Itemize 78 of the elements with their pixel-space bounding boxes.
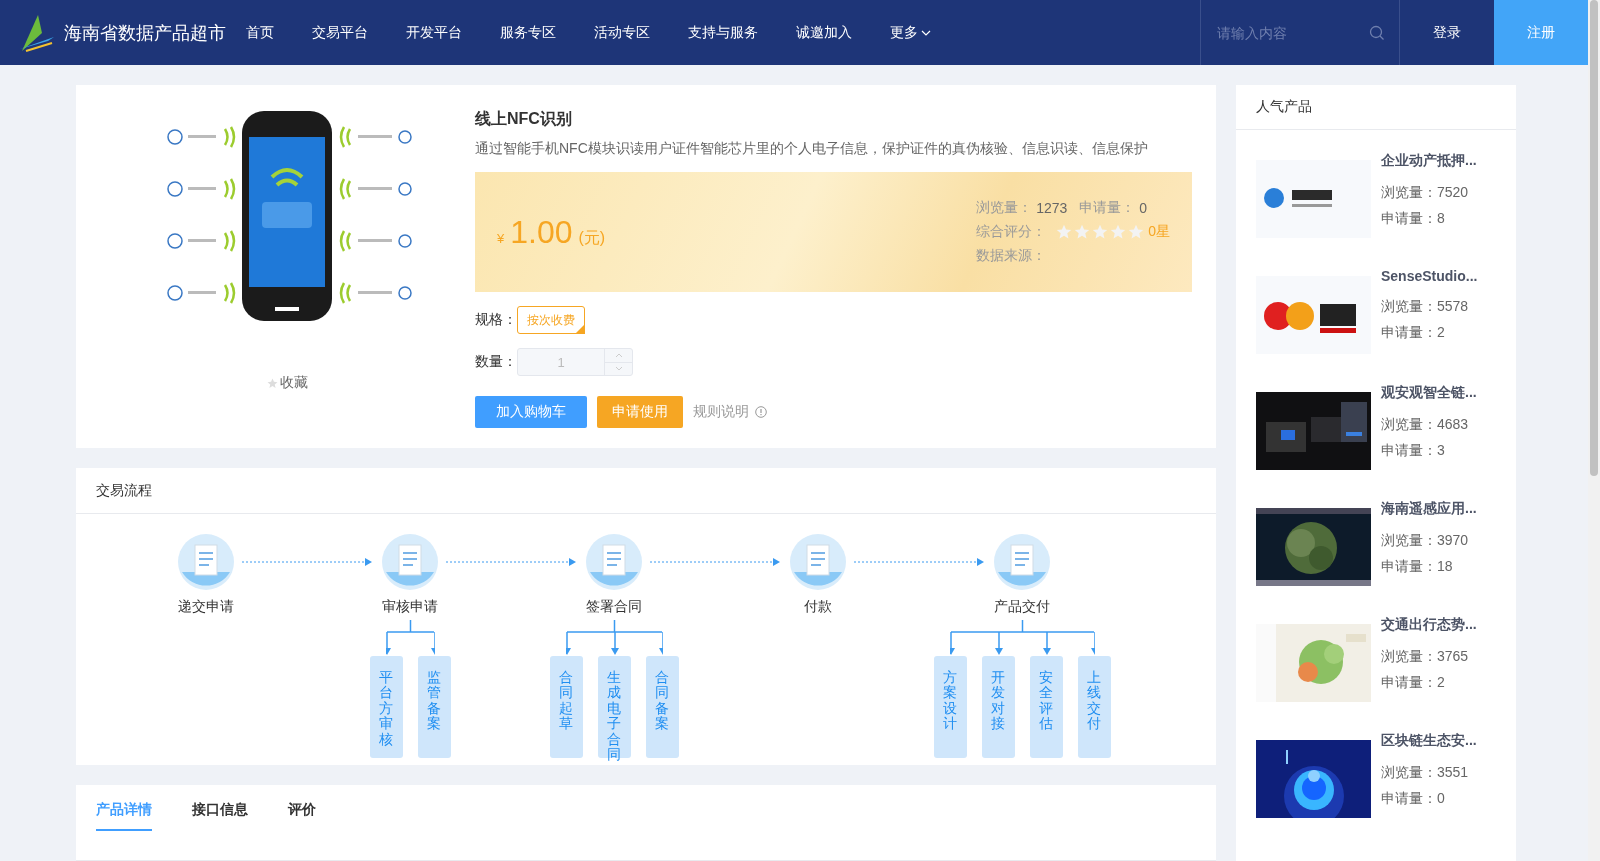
spec-label: 规格： [475, 311, 517, 329]
apply-count: 申请量：18 [1381, 558, 1454, 576]
substep-box: 开发对接 [981, 656, 1015, 758]
nav-link[interactable]: 首页 [246, 23, 292, 42]
step-label: 审核申请 [382, 598, 438, 616]
apply-count: 申请量：3 [1381, 442, 1446, 460]
chevron-up-icon [614, 352, 623, 358]
section-title: 交易流程 [76, 468, 1216, 514]
star-icon [1074, 224, 1091, 240]
star-icon [267, 377, 278, 389]
applies-label: 申请量： [1079, 199, 1136, 217]
scrollbar[interactable] [1588, 0, 1600, 861]
step-label: 签署合同 [586, 598, 642, 616]
data-source-label: 数据来源： [976, 247, 1047, 265]
nav-link[interactable]: 更多 [890, 23, 949, 42]
quantity-label: 数量： [475, 353, 517, 371]
rating-label: 综合评分： [976, 223, 1047, 241]
view-count: 浏览量：5578 [1381, 298, 1470, 316]
chevron-down-icon [614, 366, 623, 372]
view-count: 浏览量：3765 [1381, 648, 1470, 666]
substep-box: 合同备案 [645, 656, 679, 758]
step-label: 付款 [804, 598, 832, 616]
tab[interactable]: 评价 [288, 785, 316, 832]
product-name-link[interactable]: 区块链生态安... [1381, 732, 1477, 750]
product-name-link[interactable]: SenseStudio... [1381, 268, 1478, 284]
document-icon [586, 534, 642, 590]
view-count: 浏览量：7520 [1381, 184, 1470, 202]
price: 1.00 [510, 213, 573, 251]
document-icon [790, 534, 846, 590]
view-count: 浏览量：3551 [1381, 764, 1470, 782]
document-icon [382, 534, 438, 590]
substep-box: 监管备案 [417, 656, 451, 758]
favorite-link[interactable]: 收藏 [267, 374, 308, 392]
nav-link[interactable]: 服务专区 [500, 23, 574, 42]
info-icon [755, 406, 767, 418]
product-name-link[interactable]: 海南遥感应用... [1381, 500, 1477, 518]
view-count: 浏览量：4683 [1381, 416, 1470, 434]
product-description: 通过智能手机NFC模块识读用户证件智能芯片里的个人电子信息，保护证件的真伪核验、信息识读、信息保护 [475, 140, 1149, 158]
substep-box: 安全评估 [1029, 656, 1063, 758]
search-input[interactable]: 请输入内容 [1215, 23, 1369, 42]
login-button[interactable]: 登录 [1400, 0, 1494, 65]
views-label: 浏览量： [976, 199, 1033, 217]
view-count: 浏览量：3970 [1381, 532, 1470, 550]
apply-count: 申请量：2 [1381, 674, 1446, 692]
substep-box: 合同起草 [549, 656, 583, 758]
product-title: 线上NFC识别 [475, 109, 573, 129]
product-name-link[interactable]: 观安观智全链... [1381, 384, 1477, 402]
nav-link[interactable]: 诚邀加入 [796, 23, 870, 42]
apply-count: 申请量：2 [1381, 324, 1446, 342]
search-icon[interactable] [1369, 24, 1385, 41]
product-name-link[interactable]: 企业动产抵押... [1381, 152, 1477, 170]
nav-link[interactable]: 支持与服务 [688, 23, 776, 42]
nav-link[interactable]: 开发平台 [406, 23, 480, 42]
star-icon [1092, 224, 1109, 240]
substep-box: 方案设计 [933, 656, 967, 758]
currency-symbol: ¥ [497, 230, 505, 246]
nav-link[interactable]: 交易平台 [312, 23, 386, 42]
document-icon [994, 534, 1050, 590]
star-icon [1110, 224, 1127, 240]
star-icon [1128, 224, 1145, 240]
tab[interactable]: 接口信息 [192, 785, 248, 832]
substep-box: 平台方审核 [369, 656, 403, 758]
star-icon [1056, 224, 1073, 240]
nav-link[interactable]: 活动专区 [594, 23, 668, 42]
branch-connector [385, 620, 435, 656]
applies-count: 0 [1139, 200, 1148, 216]
panel-title: 人气产品 [1236, 85, 1516, 130]
price-unit: (元) [578, 227, 606, 248]
views-count: 1273 [1036, 200, 1068, 216]
apply-count: 申请量：0 [1381, 790, 1446, 808]
site-title: 海南省数据产品超市 [64, 21, 226, 45]
document-icon [178, 534, 234, 590]
substep-box: 上线交付 [1077, 656, 1111, 758]
step-label: 递交申请 [178, 598, 234, 616]
product-name-link[interactable]: 交通出行态势... [1381, 616, 1477, 634]
step-label: 产品交付 [994, 598, 1050, 616]
rating-value: 0星 [1148, 223, 1170, 241]
apply-count: 申请量：8 [1381, 210, 1446, 228]
